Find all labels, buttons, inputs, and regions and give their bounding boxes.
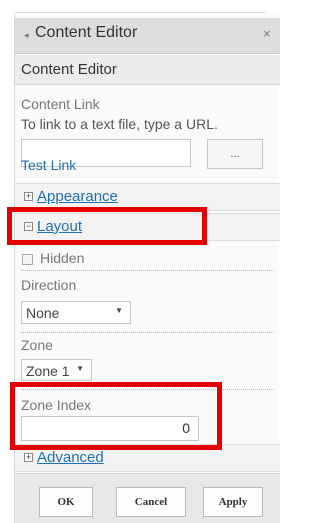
hidden-label: Hidden	[40, 250, 85, 266]
apply-button[interactable]: Apply	[203, 487, 263, 517]
collapse-icon[interactable]: ◂	[24, 30, 29, 41]
web-part-name: Content Editor	[21, 61, 117, 78]
expand-icon[interactable]: +	[24, 192, 33, 201]
window-top-strip	[0, 0, 279, 14]
tool-pane-title: Content Editor	[35, 24, 138, 41]
direction-label: Direction	[21, 277, 77, 293]
browse-button[interactable]: ...	[207, 139, 263, 169]
layout-highlight-box	[7, 207, 207, 245]
chevron-down-icon: ▼	[115, 306, 123, 315]
zone-index-highlight-box	[10, 382, 222, 450]
divider	[21, 332, 274, 333]
web-part-header: Content Editor	[15, 55, 280, 85]
zone-select[interactable]: Zone 1 ▼	[21, 359, 92, 381]
close-icon[interactable]: ×	[263, 26, 271, 41]
test-link[interactable]: Test Link	[21, 157, 76, 173]
chevron-down-icon: ▼	[76, 364, 84, 373]
ok-button[interactable]: OK	[39, 487, 93, 517]
cancel-button[interactable]: Cancel	[116, 487, 186, 517]
hidden-checkbox[interactable]	[22, 254, 33, 265]
zone-label: Zone	[21, 337, 53, 353]
section-advanced-link[interactable]: Advanced	[37, 449, 104, 466]
expand-icon[interactable]: +	[24, 453, 33, 462]
direction-value: None	[26, 305, 60, 321]
content-link-label: Content Link	[21, 96, 100, 112]
section-appearance-link[interactable]: Appearance	[37, 188, 118, 205]
zone-value: Zone 1	[26, 363, 70, 379]
tool-pane-footer: OK Cancel Apply	[15, 473, 280, 523]
direction-select[interactable]: None ▼	[21, 301, 131, 324]
divider	[21, 270, 274, 271]
top-divider	[14, 12, 266, 13]
tool-pane-titlebar: ◂ Content Editor ×	[15, 18, 280, 54]
content-link-hint: To link to a text file, type a URL.	[21, 116, 218, 132]
